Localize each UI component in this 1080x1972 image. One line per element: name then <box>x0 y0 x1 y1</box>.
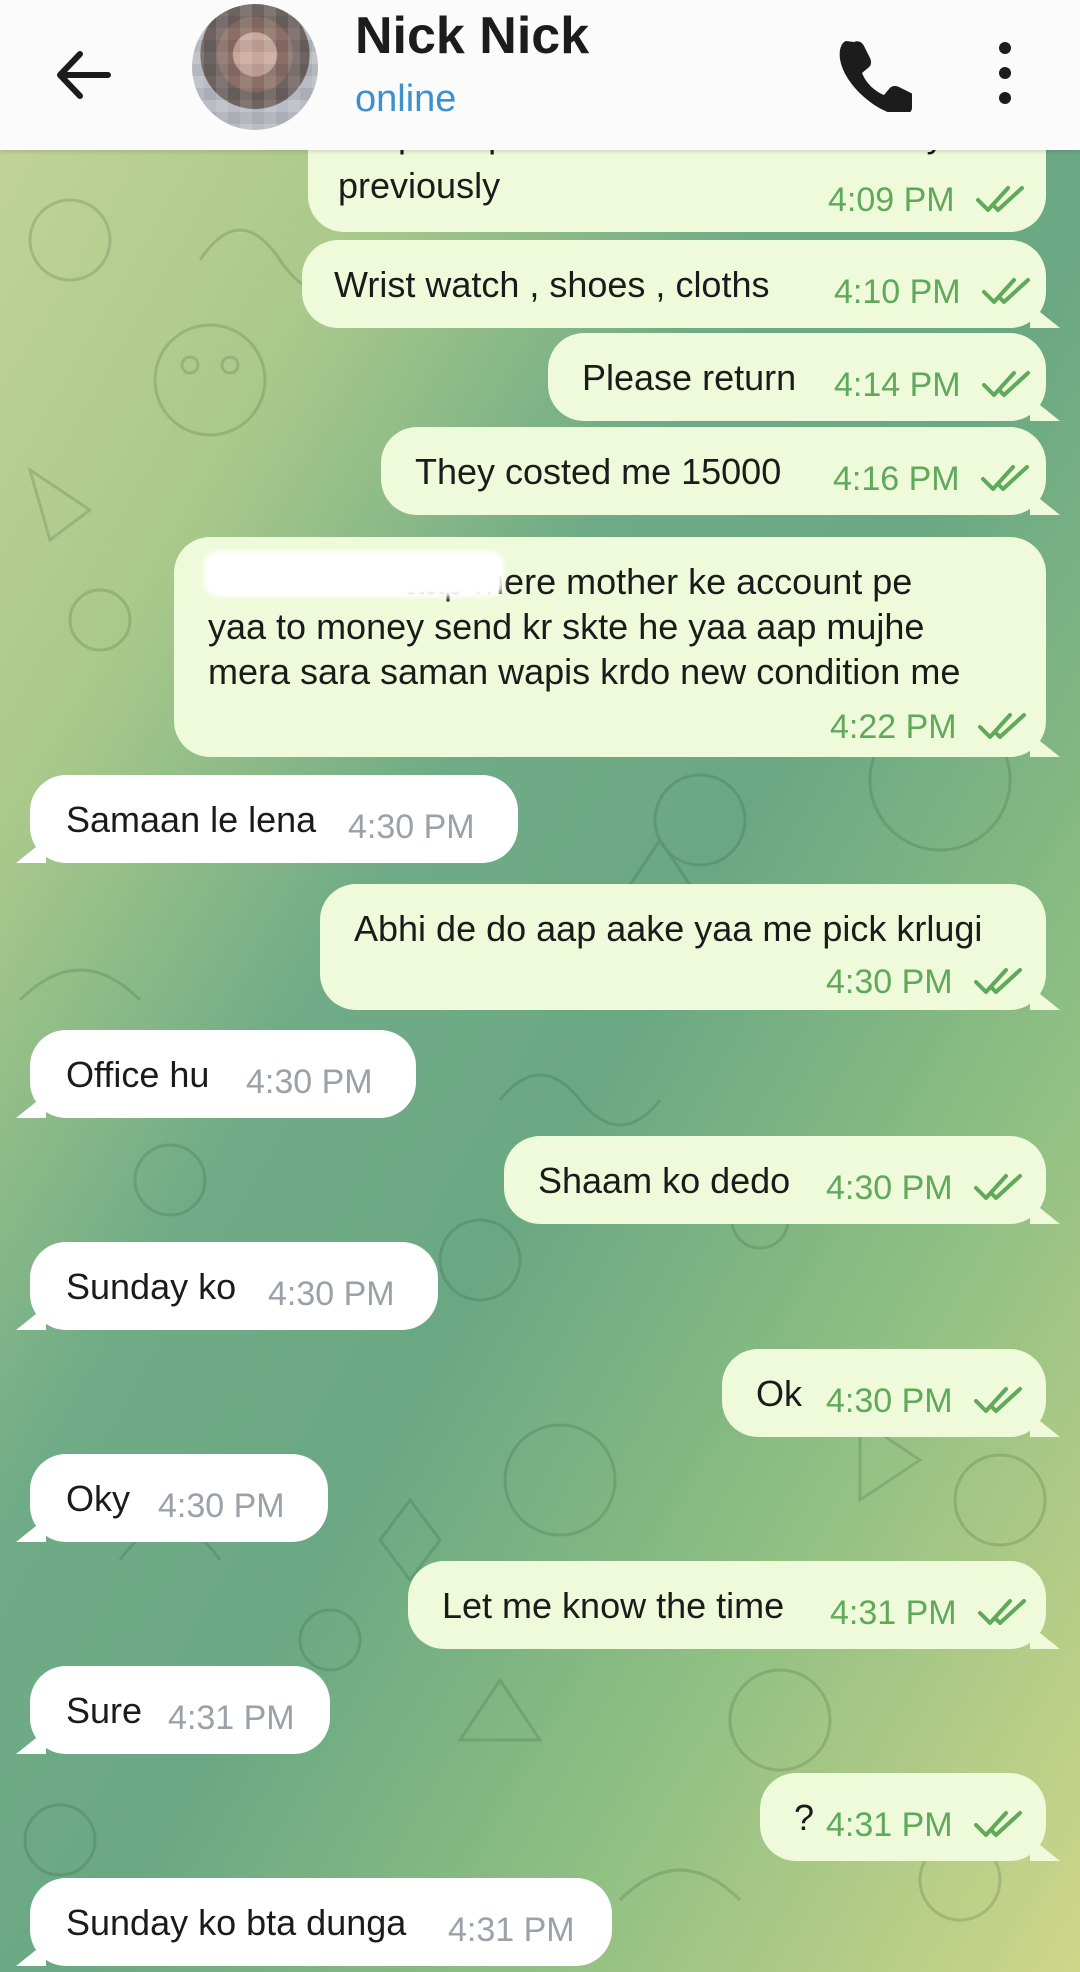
message-timestamp: 4:30 PM <box>348 808 475 846</box>
message-text: Shaam ko dedo <box>538 1160 791 1201</box>
message-timestamp: 4:16 PM <box>833 460 960 498</box>
back-arrow-icon[interactable] <box>48 40 118 110</box>
message-text: Sunday ko bta dunga <box>66 1902 407 1943</box>
message-timestamp: 4:31 PM <box>448 1911 575 1949</box>
avatar[interactable] <box>192 4 318 130</box>
more-vertical-icon[interactable] <box>990 38 1020 108</box>
message-text: Ok <box>756 1373 803 1414</box>
message-text: Wrist watch , shoes , cloths <box>334 264 770 305</box>
message-timestamp: 4:22 PM <box>830 708 957 746</box>
incoming-message-bubble[interactable]: Office hu 4:30 PM <box>30 1030 416 1118</box>
outgoing-message-bubble[interactable]: Let me know the time 4:31 PM <box>408 1561 1046 1649</box>
double-check-read-icon <box>981 465 1029 491</box>
message-text: Sure <box>66 1690 143 1731</box>
message-text: Abhi de do aap aake yaa me pick krlugi <box>354 908 983 949</box>
outgoing-message-bubble[interactable]: Ok 4:30 PM <box>722 1349 1046 1437</box>
double-check-read-icon <box>978 1599 1026 1625</box>
outgoing-message-bubble[interactable]: Wrist watch , shoes , cloths 4:10 PM <box>302 240 1046 328</box>
phone-icon[interactable] <box>832 32 912 112</box>
message-timestamp: 4:30 PM <box>158 1487 285 1525</box>
message-text: mera sara saman wapis krdo new condition… <box>208 651 961 692</box>
outgoing-message-bubble[interactable]: Abhi de do aap aake yaa me pick krlugi 4:… <box>320 884 1046 1010</box>
message-timestamp: 4:30 PM <box>268 1275 395 1313</box>
message-text: Samaan le lena <box>66 799 317 840</box>
message-timestamp: 4:09 PM <box>828 181 955 219</box>
message-text: They costed me 15000 <box>415 451 782 492</box>
message-timestamp: 4:30 PM <box>826 963 953 1001</box>
redaction-mark <box>204 551 504 597</box>
message-text: Oky <box>66 1478 131 1519</box>
outgoing-message-bubble[interactable]: Shaam ko dedo 4:30 PM <box>504 1136 1046 1224</box>
message-timestamp: 4:30 PM <box>826 1382 953 1420</box>
message-timestamp: 4:30 PM <box>246 1063 373 1101</box>
contact-name[interactable]: Nick Nick <box>355 6 589 66</box>
message-timestamp: 4:31 PM <box>826 1806 953 1844</box>
double-check-read-icon <box>982 278 1030 304</box>
incoming-message-bubble[interactable]: Sunday ko 4:30 PM <box>30 1242 438 1330</box>
double-check-read-icon <box>974 968 1022 994</box>
message-text: Please return <box>582 357 797 398</box>
incoming-message-bubble[interactable]: Oky 4:30 PM <box>30 1454 328 1542</box>
incoming-message-bubble[interactable]: Sure 4:31 PM <box>30 1666 330 1754</box>
outgoing-message-bubble[interactable]: They costed me 15000 4:16 PM <box>381 427 1046 515</box>
incoming-message-bubble[interactable]: Sunday ko bta dunga 4:31 PM <box>30 1878 612 1966</box>
message-text: previously <box>338 165 501 206</box>
outgoing-message-bubble[interactable]: ? 4:31 PM <box>760 1773 1046 1861</box>
message-timestamp: 4:30 PM <box>826 1169 953 1207</box>
contact-status: online <box>355 78 457 120</box>
double-check-read-icon <box>974 1174 1022 1200</box>
double-check-read-icon <box>974 1811 1022 1837</box>
message-text: Let me know the time <box>442 1585 785 1626</box>
incoming-message-bubble[interactable]: Samaan le lena 4:30 PM <box>30 775 518 863</box>
outgoing-message-bubble[interactable]: Please return 4:14 PM <box>548 333 1046 421</box>
message-text: Sunday ko <box>66 1266 237 1307</box>
message-timestamp: 4:14 PM <box>834 366 961 404</box>
message-timestamp: 4:31 PM <box>168 1699 295 1737</box>
chat-header: Nick Nick online <box>0 0 1080 150</box>
double-check-read-icon <box>974 1387 1022 1413</box>
message-text: Office hu <box>66 1054 210 1095</box>
message-timestamp: 4:10 PM <box>834 273 961 311</box>
message-text: ? <box>794 1797 815 1838</box>
message-text: yaa to money send kr skte he yaa aap muj… <box>208 606 925 647</box>
message-timestamp: 4:31 PM <box>830 1594 957 1632</box>
outgoing-message-bubble[interactable]: aap mere mother ke account pe yaa to mone… <box>174 537 1046 757</box>
double-check-read-icon <box>982 371 1030 397</box>
double-check-read-icon <box>976 186 1024 212</box>
double-check-read-icon <box>978 713 1026 739</box>
